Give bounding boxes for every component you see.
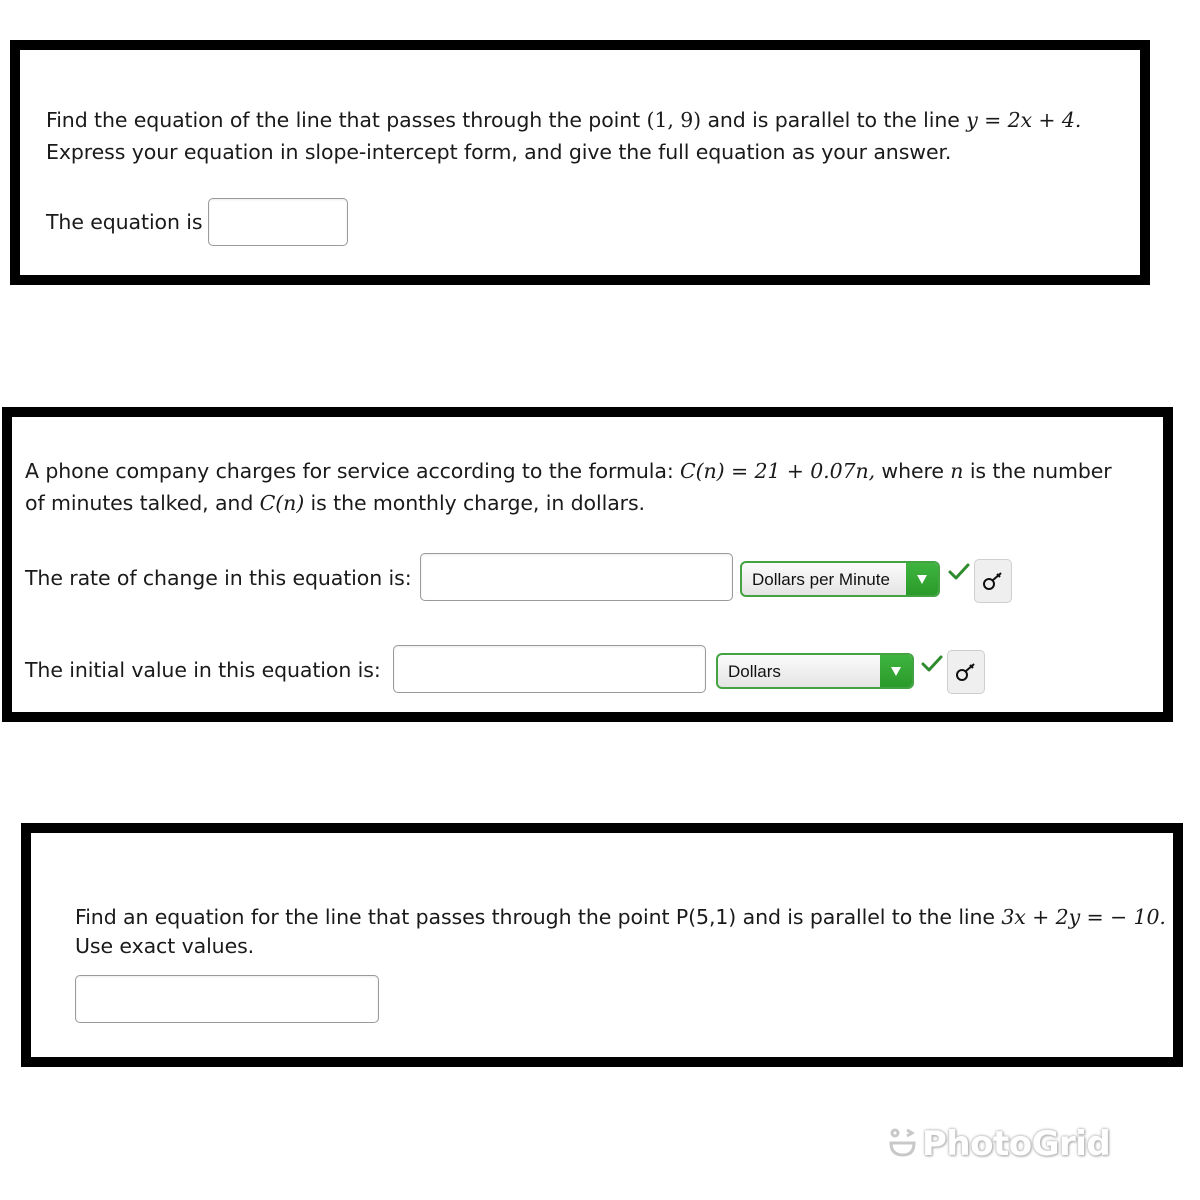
- initial-unit-selected: Dollars: [728, 662, 781, 681]
- initial-value-label: The initial value in this equation is:: [25, 658, 381, 682]
- rate-unit-select[interactable]: Dollars per Minute: [740, 561, 940, 597]
- initial-value-input[interactable]: [393, 645, 706, 693]
- question-text: is the monthly charge, in dollars.: [304, 491, 646, 515]
- question-panel-2: A phone company charges for service acco…: [2, 407, 1173, 722]
- rate-unit-selected: Dollars per Minute: [752, 570, 890, 589]
- question-text: Find an equation for the line that passe…: [75, 905, 1002, 929]
- question-panel-3: Find an equation for the line that passe…: [21, 823, 1183, 1067]
- equation-answer-input[interactable]: [75, 975, 379, 1023]
- given-line-equation: y = 2x + 4.: [966, 108, 1082, 132]
- question-text: is the number: [963, 459, 1112, 483]
- watermark-text: PhotoGrid: [922, 1124, 1111, 1164]
- variable-cn: C(n): [259, 491, 305, 515]
- initial-unit-select[interactable]: Dollars: [716, 653, 914, 689]
- key-button[interactable]: [947, 650, 985, 694]
- triangle-down-icon[interactable]: [906, 563, 938, 595]
- question-text: Find the equation of the line that passe…: [46, 108, 647, 132]
- key-icon: [956, 663, 975, 681]
- rate-of-change-label: The rate of change in this equation is:: [25, 566, 412, 590]
- question-3-line-1: Find an equation for the line that passe…: [75, 901, 1166, 933]
- key-icon: [983, 572, 1002, 590]
- smiley-wink-icon: [889, 1128, 916, 1157]
- formula: C(n) = 21 + 0.07n,: [680, 459, 875, 483]
- question-panel-1: Find the equation of the line that passe…: [10, 40, 1150, 285]
- question-text: of minutes talked, and: [25, 491, 260, 515]
- question-1-line-1: Find the equation of the line that passe…: [46, 104, 1081, 136]
- triangle-down-icon[interactable]: [880, 655, 912, 687]
- question-3-line-2: Use exact values.: [75, 934, 255, 958]
- question-1-line-2: Express your equation in slope-intercept…: [46, 140, 952, 164]
- rate-of-change-input[interactable]: [420, 553, 733, 601]
- question-text: where: [875, 459, 951, 483]
- watermark: PhotoGrid: [888, 1124, 1111, 1164]
- question-text: A phone company charges for service acco…: [25, 459, 681, 483]
- equation-answer-input[interactable]: [208, 198, 348, 246]
- answer-label: The equation is: [46, 210, 203, 234]
- point-value: (1, 9): [646, 108, 702, 132]
- key-button[interactable]: [974, 559, 1012, 603]
- checkmark-icon: [948, 563, 970, 580]
- checkmark-icon: [921, 655, 943, 672]
- question-text: and is parallel to the line: [701, 108, 967, 132]
- given-line-equation: 3x + 2y = − 10.: [1001, 905, 1166, 929]
- question-2-line-1: A phone company charges for service acco…: [25, 455, 1112, 487]
- question-2-line-2: of minutes talked, and C(n) is the month…: [25, 487, 645, 519]
- variable-n: n: [950, 459, 964, 483]
